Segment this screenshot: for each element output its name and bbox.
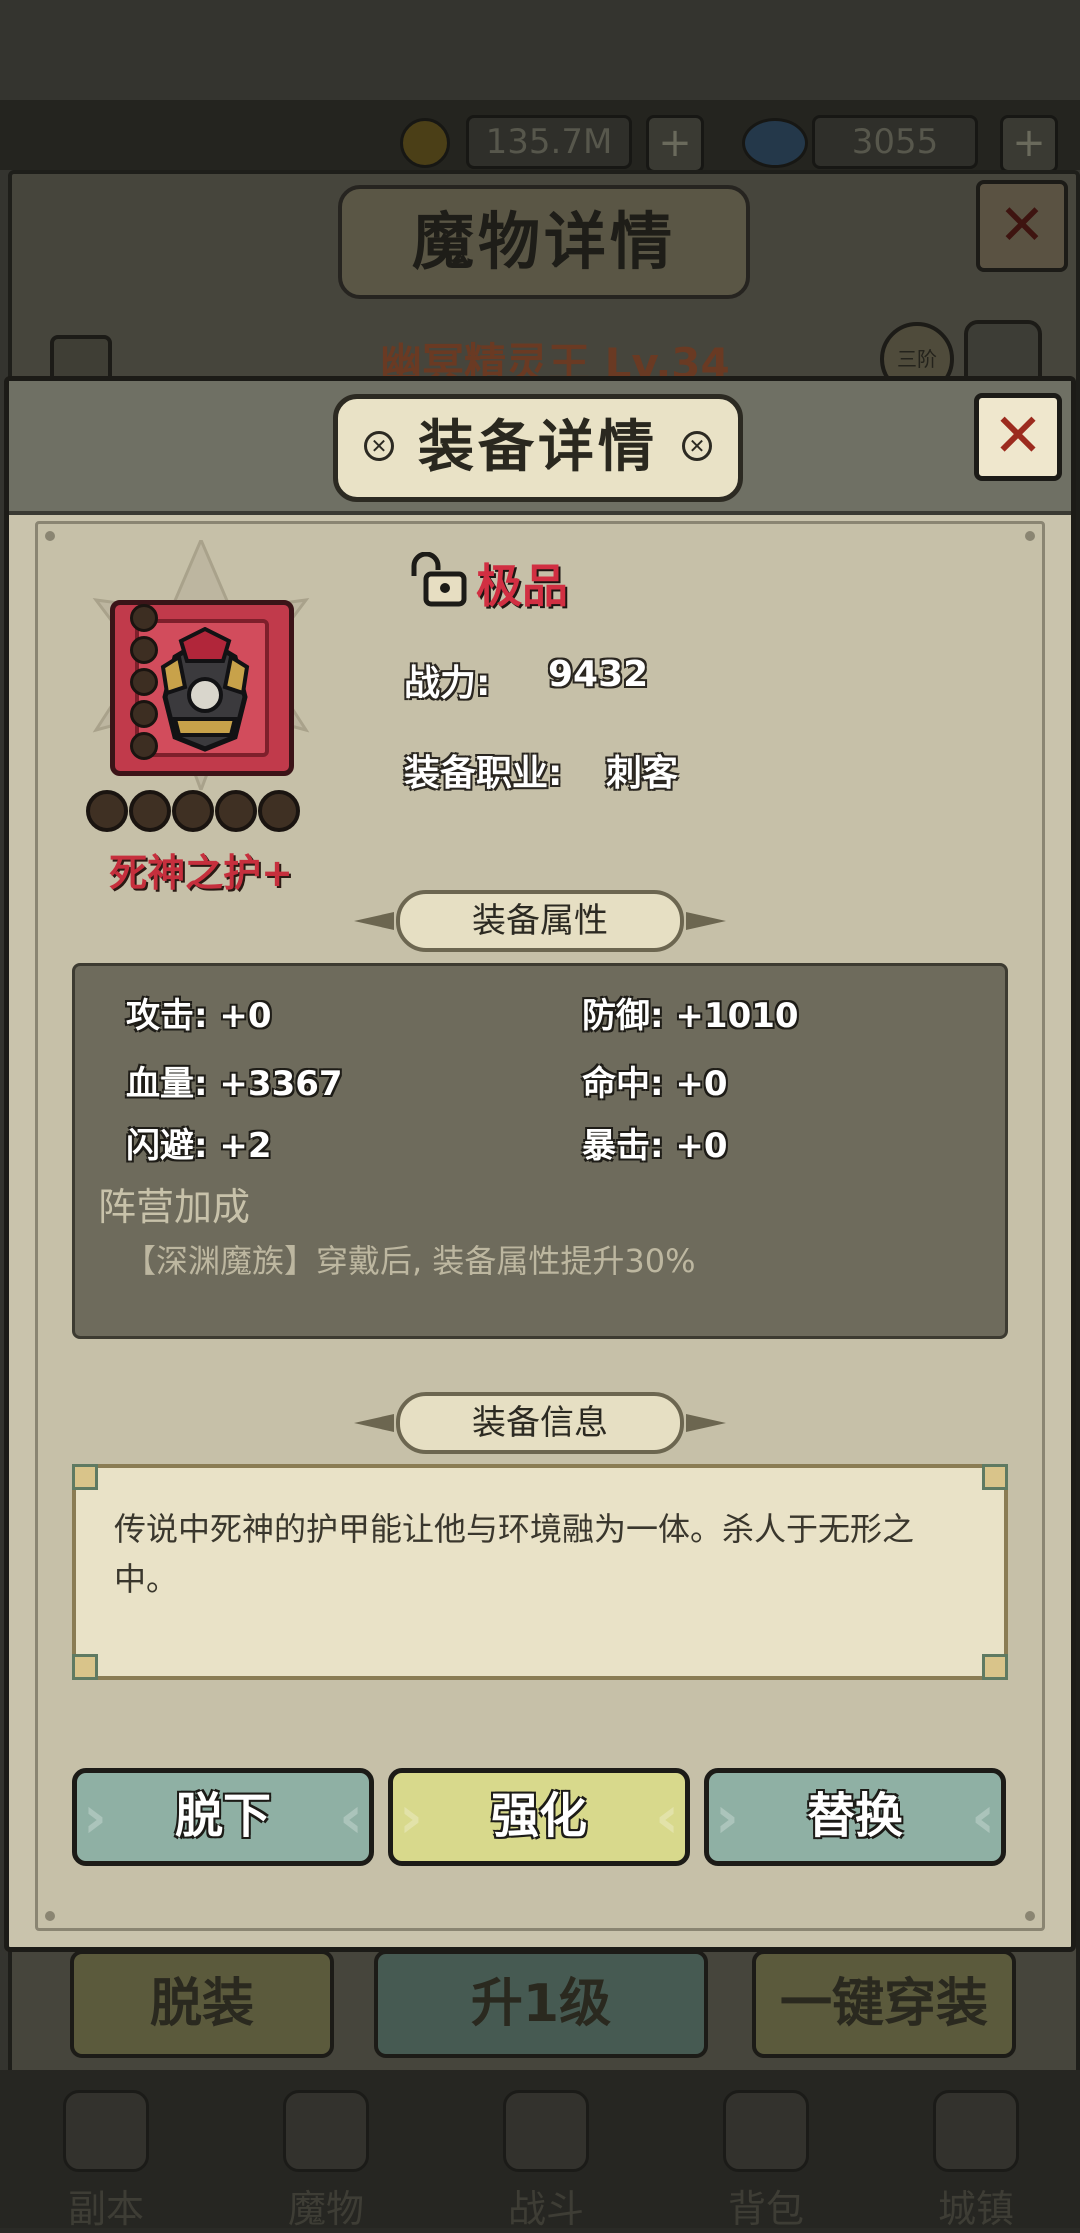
- ornament-icon: ✕: [682, 431, 712, 461]
- chevron-decoration-icon: ›: [399, 1783, 423, 1851]
- rivet: [1025, 1911, 1035, 1921]
- attr-hp: 血量: +3367: [126, 1064, 343, 1104]
- item-description: 传说中死神的护甲能让他与环境融为一体。杀人于无形之中。: [114, 1510, 915, 1598]
- corner-ornament: [982, 1654, 1008, 1680]
- level-up-button[interactable]: 升1级: [374, 1950, 708, 2058]
- socket-dot: [130, 604, 158, 632]
- class-value: 刺客: [606, 753, 679, 794]
- nav-label: 城镇: [937, 2187, 1014, 2231]
- info-header: 装备信息: [354, 1392, 726, 1458]
- close-button[interactable]: ✕: [974, 393, 1062, 481]
- castle-icon: [933, 2090, 1019, 2172]
- nav-label: 魔物: [287, 2187, 364, 2231]
- corner-ornament: [72, 1464, 98, 1490]
- ornament-icon: ✕: [364, 431, 394, 461]
- bag-icon: [723, 2090, 809, 2172]
- enhance-label: 强化: [490, 1788, 587, 1844]
- class-label: 装备职业:: [404, 753, 563, 794]
- star-slot: [129, 790, 171, 832]
- quality-label: 极品: [476, 559, 568, 613]
- unequip-button[interactable]: › 脱下 ‹: [72, 1768, 374, 1866]
- add-gem-button[interactable]: +: [1000, 115, 1058, 173]
- socket-dot: [130, 668, 158, 696]
- gem-amount: 3055: [812, 115, 978, 169]
- gold-coin-icon: [400, 118, 450, 168]
- chevron-decoration-icon: ›: [83, 1783, 107, 1851]
- attr-defense: 防御: +1010: [582, 996, 799, 1036]
- lock-icon[interactable]: [404, 552, 468, 608]
- attr-attack: 攻击: +0: [126, 996, 272, 1036]
- monster-detail-close-button[interactable]: ✕: [976, 180, 1068, 272]
- faction-bonus-title: 阵营加成: [98, 1185, 251, 1229]
- unequip-label: 脱下: [174, 1788, 271, 1844]
- nav-battle[interactable]: 战斗: [476, 2090, 616, 2231]
- chevron-decoration-icon: ‹: [339, 1783, 363, 1851]
- nav-label: 背包: [727, 2187, 804, 2231]
- swords-icon: [503, 2090, 589, 2172]
- gem-icon: [742, 118, 808, 168]
- armor-icon: [160, 627, 250, 752]
- replace-label: 替换: [806, 1788, 903, 1844]
- attributes-header-label: 装备属性: [396, 890, 684, 952]
- auto-equip-button[interactable]: 一键穿装: [752, 1950, 1016, 2058]
- unequip-all-button[interactable]: 脱装: [70, 1950, 334, 2058]
- power-label: 战力:: [404, 663, 491, 704]
- chevron-decoration-icon: ‹: [655, 1783, 679, 1851]
- gold-amount: 135.7M: [466, 115, 632, 169]
- rivet: [45, 531, 55, 541]
- modal-title-plate: ✕ 装备详情 ✕: [333, 394, 743, 502]
- nav-label: 战斗: [507, 2187, 584, 2231]
- rivet: [1025, 531, 1035, 541]
- monster-detail-title: 魔物详情: [338, 185, 750, 299]
- nav-dungeon[interactable]: 副本: [36, 2090, 176, 2231]
- modal-title: 装备详情: [418, 415, 658, 480]
- star-rating: [86, 790, 301, 836]
- monster-icon: [283, 2090, 369, 2172]
- info-panel: 传说中死神的护甲能让他与环境融为一体。杀人于无形之中。: [72, 1464, 1008, 1680]
- info-header-label: 装备信息: [396, 1392, 684, 1454]
- add-gold-button[interactable]: +: [646, 115, 704, 173]
- replace-button[interactable]: › 替换 ‹: [704, 1768, 1006, 1866]
- rivet: [45, 1911, 55, 1921]
- nav-monster[interactable]: 魔物: [256, 2090, 396, 2231]
- star-slot: [86, 790, 128, 832]
- header-wing: [354, 1414, 394, 1432]
- socket-dot: [130, 700, 158, 728]
- chevron-decoration-icon: ‹: [971, 1783, 995, 1851]
- nav-town[interactable]: 城镇: [906, 2090, 1046, 2231]
- nav-bag[interactable]: 背包: [696, 2090, 836, 2231]
- socket-dot: [130, 732, 158, 760]
- item-name: 死神之护+: [109, 851, 293, 895]
- attr-hit: 命中: +0: [582, 1064, 728, 1104]
- attr-crit: 暴击: +0: [582, 1126, 728, 1166]
- power-value: 9432: [548, 654, 649, 695]
- map-icon: [63, 2090, 149, 2172]
- nav-label: 副本: [67, 2187, 144, 2231]
- socket-dot: [130, 636, 158, 664]
- corner-ornament: [982, 1464, 1008, 1490]
- header-wing: [354, 912, 394, 930]
- enhance-button[interactable]: › 强化 ‹: [388, 1768, 690, 1866]
- attributes-header: 装备属性: [354, 890, 726, 956]
- corner-ornament: [72, 1654, 98, 1680]
- star-slot: [215, 790, 257, 832]
- attr-dodge: 闪避: +2: [126, 1126, 272, 1166]
- star-slot: [258, 790, 300, 832]
- chevron-decoration-icon: ›: [715, 1783, 739, 1851]
- faction-bonus-desc: 【深渊魔族】穿戴后, 装备属性提升30%: [124, 1242, 696, 1280]
- star-slot: [172, 790, 214, 832]
- socket-dots: [130, 604, 158, 764]
